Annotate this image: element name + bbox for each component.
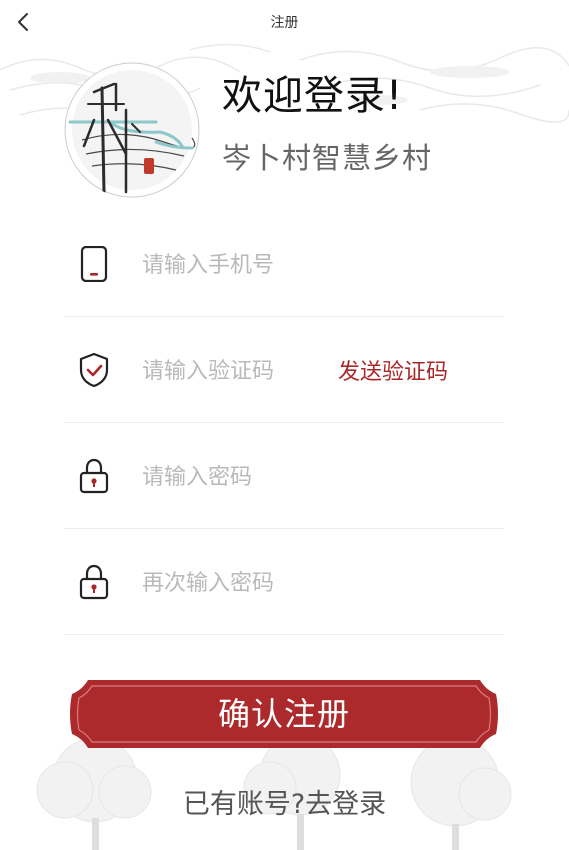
- village-name: 岑卜村智慧乡村: [222, 141, 433, 175]
- phone-icon: [80, 246, 108, 282]
- lock-icon: [79, 458, 109, 494]
- phone-input[interactable]: [140, 246, 394, 284]
- confirm-password-input[interactable]: [140, 564, 394, 602]
- code-field: 发送验证码: [64, 316, 504, 423]
- confirm-password-field: [64, 528, 504, 635]
- confirm-register-button[interactable]: 确认注册: [66, 678, 502, 750]
- go-login-link[interactable]: 已有账号?去登录: [0, 782, 569, 821]
- confirm-register-label: 确认注册: [217, 695, 350, 733]
- shield-check-icon: [79, 352, 109, 388]
- page-title: 注册: [270, 15, 299, 31]
- password-field: [64, 422, 504, 529]
- top-bar: 注册: [0, 0, 569, 44]
- phone-field: [64, 210, 504, 317]
- send-code-button[interactable]: 发送验证码: [338, 354, 448, 386]
- lock-icon: [79, 564, 109, 600]
- village-logo: [64, 62, 200, 198]
- welcome-heading: 欢迎登录!: [222, 73, 404, 119]
- password-input[interactable]: [140, 458, 394, 496]
